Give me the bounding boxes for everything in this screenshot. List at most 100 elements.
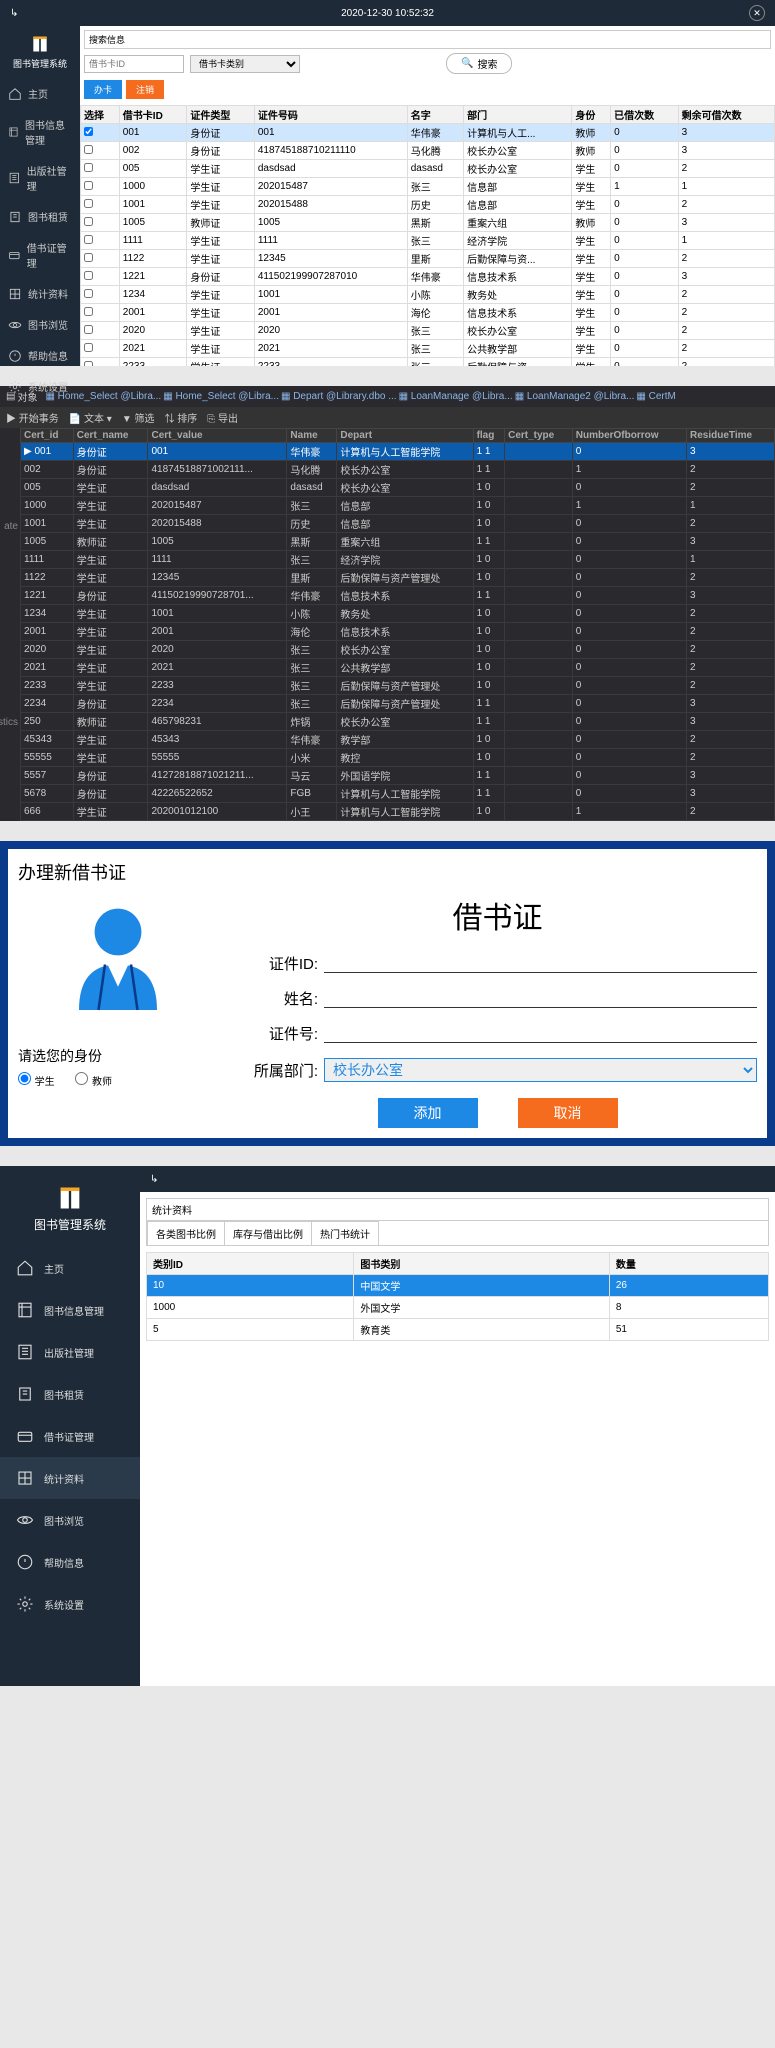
db-tabs: ▤ 对象 ▦ Home_Select @Libra...▦ Home_Selec…: [0, 386, 775, 407]
nav-item[interactable]: 图书租赁: [0, 201, 80, 232]
db-tab[interactable]: ▦ LoanManage @Libra...: [399, 391, 513, 402]
table-row[interactable]: ▶ 001身份证001华伟豪计算机与人工智能学院1 103: [21, 443, 775, 461]
stats-tab[interactable]: 库存与借出比例: [224, 1221, 312, 1245]
open-card-button[interactable]: 办卡: [84, 80, 122, 99]
sidebar: 图书管理系统 主页图书信息管理出版社管理图书租赁借书证管理统计资料图书浏览帮助信…: [0, 1166, 140, 1686]
search-input[interactable]: [84, 55, 184, 73]
table-row[interactable]: 2001学生证2001海伦信息技术系学生02: [81, 304, 775, 322]
logo: 图书管理系统: [0, 26, 80, 78]
close-icon[interactable]: ✕: [749, 5, 765, 21]
nav-item[interactable]: 统计资料: [0, 278, 80, 309]
table-row[interactable]: 2233学生证2233张三后勤保障与资产管理处1 002: [21, 677, 775, 695]
table-row[interactable]: 250教师证465798231炸锅校长办公室1 103: [21, 713, 775, 731]
db-tab[interactable]: ▦ Home_Select @Libra...: [45, 391, 161, 402]
table-row[interactable]: 1005教师证1005黑斯重案六组教师03: [81, 214, 775, 232]
table-row[interactable]: 2020学生证2020张三校长办公室1 002: [21, 641, 775, 659]
nav-item[interactable]: 出版社管理: [0, 155, 80, 201]
nav-item[interactable]: 图书租赁: [0, 1373, 140, 1415]
search-button[interactable]: 🔍 搜索: [446, 53, 512, 74]
db-tab[interactable]: ▦ LoanManage2 @Libra...: [515, 391, 635, 402]
nav-item[interactable]: 帮助信息: [0, 1541, 140, 1583]
table-row[interactable]: 1221身份证411502199907287010华伟豪信息技术系学生03: [81, 268, 775, 286]
toolbar-item[interactable]: ⎘ 导出: [207, 410, 238, 425]
table-row[interactable]: 005学生证dasdsaddasasd校长办公室1 002: [21, 479, 775, 497]
id-field[interactable]: [324, 955, 757, 973]
stats-tab[interactable]: 各类图书比例: [147, 1221, 225, 1245]
table-row[interactable]: 2021学生证2021张三公共教学部学生02: [81, 340, 775, 358]
nav-item[interactable]: 主页: [0, 1247, 140, 1289]
nav-item[interactable]: 图书浏览: [0, 309, 80, 340]
table-row[interactable]: 1000学生证202015487张三信息部学生11: [81, 178, 775, 196]
db-tab[interactable]: ▦ Home_Select @Libra...: [163, 391, 279, 402]
table-row[interactable]: 002身份证418745188710211110马化腾校长办公室教师03: [81, 142, 775, 160]
table-row[interactable]: 1005教师证1005黑斯重案六组1 103: [21, 533, 775, 551]
stats-title: 统计资料: [147, 1199, 768, 1221]
table-row[interactable]: 1122学生证12345里斯后勤保障与资...学生02: [81, 250, 775, 268]
table-row[interactable]: 666学生证202001012100小王计算机与人工智能学院1 012: [21, 803, 775, 821]
table-row[interactable]: 1001学生证202015488历史信息部1 002: [21, 515, 775, 533]
table-row[interactable]: 5678身份证42226522652FGB计算机与人工智能学院1 103: [21, 785, 775, 803]
radio-teacher[interactable]: 教师: [75, 1073, 112, 1088]
nav-arrow-icon[interactable]: ↳: [10, 8, 18, 19]
table-row[interactable]: 2001学生证2001海伦信息技术系1 002: [21, 623, 775, 641]
name-field[interactable]: [324, 990, 757, 1008]
table-row[interactable]: 1122学生证12345里斯后勤保障与资产管理处1 002: [21, 569, 775, 587]
nav-item[interactable]: 出版社管理: [0, 1331, 140, 1373]
datetime: 2020-12-30 10:52:32: [341, 8, 434, 19]
cert-field[interactable]: [324, 1025, 757, 1043]
table-row[interactable]: 2021学生证2021张三公共教学部1 002: [21, 659, 775, 677]
nav-item[interactable]: 图书信息管理: [0, 109, 80, 155]
radio-student[interactable]: 学生: [18, 1073, 55, 1088]
table-row[interactable]: 001身份证001华伟豪计算机与人工...教师03: [81, 124, 775, 142]
stats-tab[interactable]: 热门书统计: [311, 1221, 379, 1245]
table-row[interactable]: 002身份证41874518871002111...马化腾校长办公室1 112: [21, 461, 775, 479]
logout-button[interactable]: 注销: [126, 80, 164, 99]
search-icon: 🔍: [461, 58, 473, 69]
table-row[interactable]: 1000学生证202015487张三信息部1 011: [21, 497, 775, 515]
nav-item[interactable]: 图书浏览: [0, 1499, 140, 1541]
search-section-title: 搜索信息: [84, 30, 771, 49]
toolbar-item[interactable]: ▼ 筛选: [122, 410, 155, 425]
cert-table: 选择借书卡ID证件类型证件号码名字部门身份已借次数剩余可借次数 001身份证00…: [80, 105, 775, 366]
form-title: 办理新借书证: [18, 859, 757, 885]
table-row[interactable]: 1111学生证1111张三经济学院1 001: [21, 551, 775, 569]
identity-label: 请选您的身份: [18, 1046, 130, 1066]
avatar-icon: [53, 893, 183, 1026]
toolbar-item[interactable]: ⇅ 排序: [165, 410, 198, 425]
table-row[interactable]: 1000外国文学8: [147, 1297, 769, 1319]
table-row[interactable]: 2020学生证2020张三校长办公室学生02: [81, 322, 775, 340]
table-row[interactable]: 55555学生证55555小米教控1 002: [21, 749, 775, 767]
nav-item[interactable]: 统计资料: [0, 1457, 140, 1499]
dept-select[interactable]: 校长办公室: [324, 1058, 757, 1082]
table-row[interactable]: 2233学生证2233张三后勤保障与资...学生02: [81, 358, 775, 367]
stats-table: 类别ID图书类别数量 10中国文学261000外国文学85教育类51: [146, 1252, 769, 1341]
nav-item[interactable]: 借书证管理: [0, 232, 80, 278]
table-row[interactable]: 2234身份证2234张三后勤保障与资产管理处1 103: [21, 695, 775, 713]
toolbar-item[interactable]: 📄 文本 ▾: [69, 410, 112, 425]
table-row[interactable]: 1001学生证202015488历史信息部学生02: [81, 196, 775, 214]
add-button[interactable]: 添加: [378, 1098, 478, 1128]
db-tab[interactable]: ▦ CertM: [636, 391, 675, 402]
nav-item[interactable]: 图书信息管理: [0, 1289, 140, 1331]
nav-item[interactable]: 借书证管理: [0, 1415, 140, 1457]
table-row[interactable]: 45343学生证45343华伟豪教学部1 002: [21, 731, 775, 749]
cancel-button[interactable]: 取消: [518, 1098, 618, 1128]
object-tab[interactable]: ▤ 对象: [6, 389, 37, 404]
db-tab[interactable]: ▦ Depart @Library.dbo ...: [281, 391, 397, 402]
table-row[interactable]: 1111学生证1111张三经济学院学生01: [81, 232, 775, 250]
table-row[interactable]: 005学生证dasdsaddasasd校长办公室学生02: [81, 160, 775, 178]
table-row[interactable]: 1221身份证41150219990728701...华伟豪信息技术系1 103: [21, 587, 775, 605]
nav-arrow-icon[interactable]: ↳: [150, 1174, 158, 1185]
titlebar: ↳ 2020-12-30 10:52:32 ✕: [0, 0, 775, 26]
nav-item[interactable]: 主页: [0, 78, 80, 109]
table-row[interactable]: 5557身份证41272818871021211...马云外国语学院1 103: [21, 767, 775, 785]
card-heading: 借书证: [238, 893, 757, 937]
table-row[interactable]: 5教育类51: [147, 1319, 769, 1341]
category-select[interactable]: 借书卡类别: [190, 55, 300, 73]
nav-item[interactable]: 系统设置: [0, 1583, 140, 1625]
table-row[interactable]: 1234学生证1001小陈教务处1 002: [21, 605, 775, 623]
table-row[interactable]: 10中国文学26: [147, 1275, 769, 1297]
table-row[interactable]: 1234学生证1001小陈教务处学生02: [81, 286, 775, 304]
nav-item[interactable]: 帮助信息: [0, 340, 80, 371]
toolbar-item[interactable]: ▶ 开始事务: [6, 410, 59, 425]
